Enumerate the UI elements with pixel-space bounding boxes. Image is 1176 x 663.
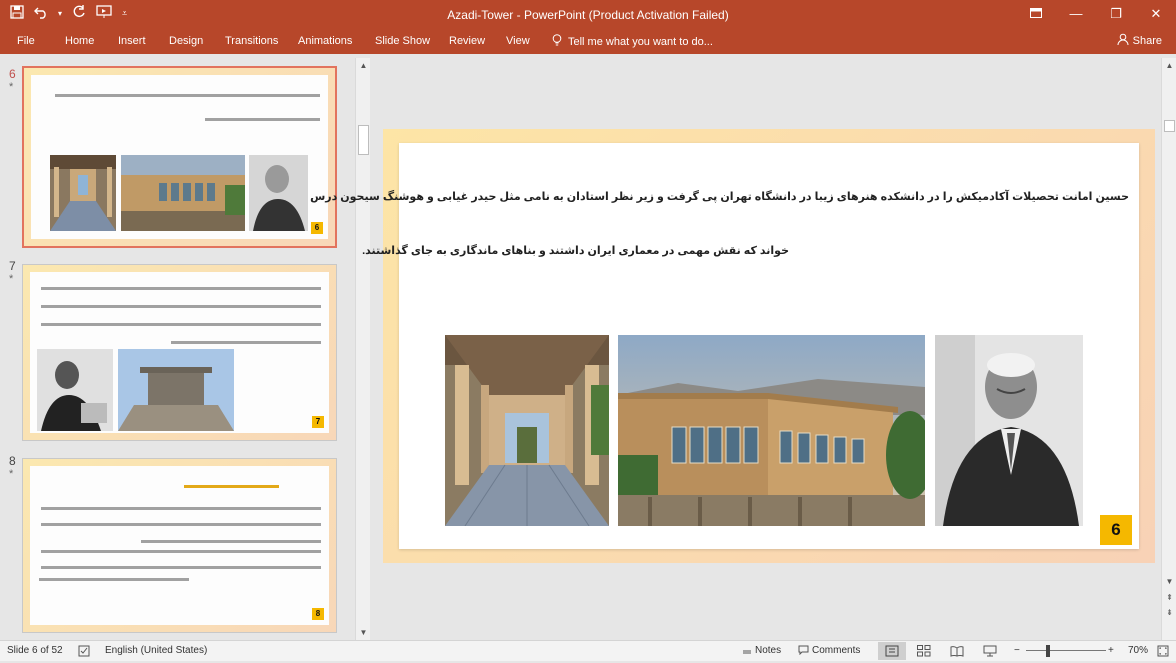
scroll-down-icon[interactable]: ▼ [1162, 577, 1176, 586]
zoom-slider-thumb[interactable] [1046, 645, 1050, 657]
thumb-slide-number-badge: 8 [312, 608, 324, 620]
thumb-animation-star: * [9, 468, 14, 480]
scrollbar-thumb[interactable] [1164, 120, 1175, 132]
fit-slide-icon[interactable] [1157, 645, 1169, 660]
comments-icon [798, 645, 809, 658]
zoom-in-icon[interactable]: + [1108, 645, 1114, 656]
thumbnails-scrollbar[interactable]: ▲ ▼ [355, 58, 370, 640]
spelling-check-icon[interactable] [78, 645, 90, 660]
share-button[interactable]: Share [1117, 33, 1162, 48]
slide-text-line-2[interactable]: خواند که نقش مهمی در معماری ایران داشتند… [362, 244, 789, 257]
window-title: Azadi-Tower - PowerPoint (Product Activa… [447, 8, 729, 22]
thumb-content: 6 [31, 75, 328, 239]
thumbnail-slide-6[interactable]: 6 [22, 66, 337, 248]
comments-button[interactable]: Comments [812, 645, 860, 656]
tab-transitions[interactable]: Transitions [225, 35, 278, 47]
notes-icon [742, 645, 752, 658]
monument-thumb-image [118, 349, 234, 431]
reading-view-icon[interactable] [950, 645, 964, 660]
previous-slide-icon[interactable]: ⇞ [1162, 593, 1176, 602]
portrait-photo[interactable] [935, 335, 1083, 526]
thumbnail-slide-8[interactable]: 8 [22, 458, 337, 633]
scroll-up-icon[interactable]: ▲ [356, 61, 371, 70]
portrait-thumb-image [249, 155, 308, 231]
slide-thumbnails-pane: 6 * 6 7 * 7 8 * 8 [0, 58, 355, 640]
thumb-number: 6 [9, 67, 16, 81]
thumb-content: 8 [30, 466, 329, 625]
current-slide[interactable]: حسین امانت تحصیلات آکادمیکش را در دانشکد… [310, 129, 1155, 563]
thumb-animation-star: * [9, 81, 14, 93]
title-bar: ▾ ⩡ Azadi-Tower - PowerPoint (Product Ac… [0, 0, 1176, 30]
person-icon [1117, 33, 1129, 48]
thumb-slide-number-badge: 7 [312, 416, 324, 428]
thumb-animation-star: * [9, 273, 14, 285]
thumb-number: 7 [9, 259, 16, 273]
zoom-level[interactable]: 70% [1128, 645, 1148, 656]
slide-sorter-icon[interactable] [917, 645, 931, 660]
normal-view-button[interactable] [878, 642, 906, 660]
scroll-down-icon[interactable]: ▼ [356, 628, 371, 637]
language-indicator[interactable]: English (United States) [105, 645, 207, 656]
building-photo[interactable] [618, 335, 925, 526]
thumb-slide-number-badge: 6 [311, 222, 323, 234]
status-bar: Slide 6 of 52 English (United States) No… [0, 640, 1176, 661]
ribbon-options-icon[interactable] [1016, 0, 1056, 30]
tab-review[interactable]: Review [449, 35, 485, 47]
slide-editor: حسین امانت تحصیلات آکادمیکش را در دانشکد… [310, 58, 1161, 640]
ribbon-tabs: File Home Insert Design Transitions Anim… [0, 30, 1176, 54]
slide-content-area: حسین امانت تحصیلات آکادمیکش را در دانشکد… [310, 143, 1139, 549]
slideshow-view-icon[interactable] [983, 645, 997, 660]
tab-slide-show[interactable]: Slide Show [375, 35, 430, 47]
tab-file[interactable]: File [17, 35, 35, 47]
tell-me-text: Tell me what you want to do... [568, 35, 713, 48]
lightbulb-icon [552, 34, 562, 49]
slide-counter[interactable]: Slide 6 of 52 [7, 645, 63, 656]
notes-button[interactable]: Notes [755, 645, 781, 656]
close-icon[interactable]: ✕ [1136, 0, 1176, 30]
thumbnail-slide-7[interactable]: 7 [22, 264, 337, 441]
share-label: Share [1132, 34, 1162, 47]
scrollbar-thumb[interactable] [358, 125, 369, 155]
thumb-content: 7 [30, 272, 329, 433]
tell-me-box[interactable]: Tell me what you want to do... [552, 34, 713, 49]
thumb-number: 8 [9, 454, 16, 468]
editor-scrollbar[interactable]: ▲ ▼ ⇞ ⇟ [1161, 58, 1176, 640]
next-slide-icon[interactable]: ⇟ [1162, 608, 1176, 617]
minimize-icon[interactable]: — [1056, 0, 1096, 30]
tab-design[interactable]: Design [169, 35, 203, 47]
tab-view[interactable]: View [506, 35, 530, 47]
scroll-up-icon[interactable]: ▲ [1162, 61, 1176, 70]
zoom-slider[interactable] [1026, 650, 1106, 651]
restore-icon[interactable]: ❐ [1096, 0, 1136, 30]
slide-text-line-1[interactable]: حسین امانت تحصیلات آکادمیکش را در دانشکد… [310, 190, 1129, 203]
slide-number-badge: 6 [1100, 515, 1132, 545]
tab-animations[interactable]: Animations [298, 35, 352, 47]
portrait-thumb-image [37, 349, 113, 431]
tab-home[interactable]: Home [65, 35, 94, 47]
zoom-out-icon[interactable]: − [1014, 645, 1020, 656]
corridor-thumb-image [50, 155, 116, 231]
building-thumb-image [121, 155, 245, 231]
corridor-photo[interactable] [445, 335, 609, 526]
tab-insert[interactable]: Insert [118, 35, 146, 47]
